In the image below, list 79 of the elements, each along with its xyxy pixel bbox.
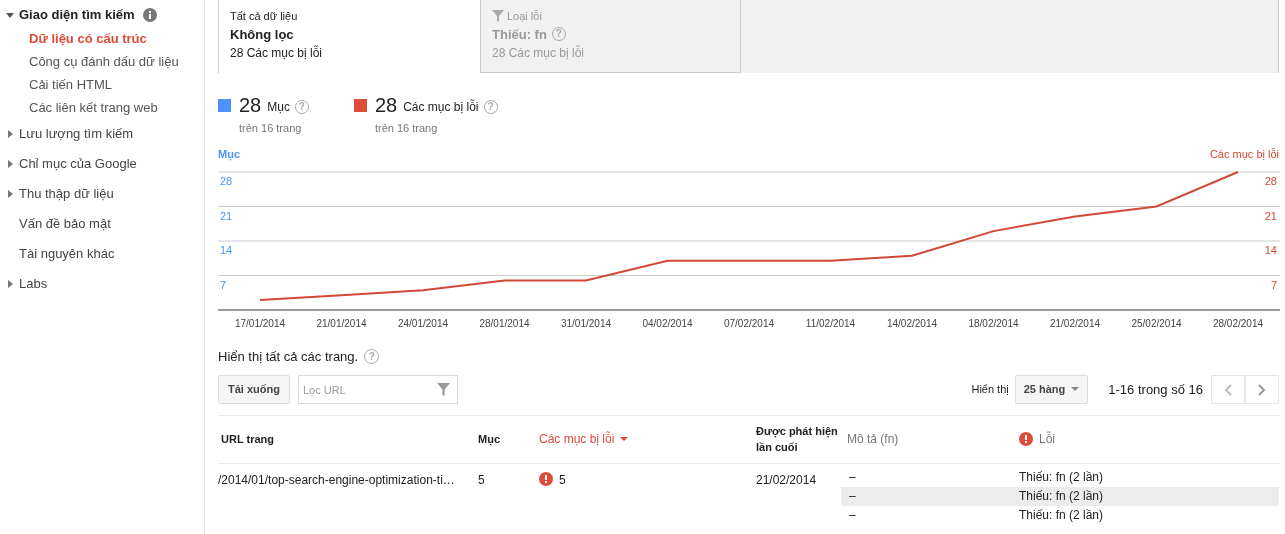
tab-title: Không lọc xyxy=(230,25,294,44)
info-icon[interactable] xyxy=(142,8,157,22)
nav-item[interactable]: Chỉ mục của Google xyxy=(19,154,137,174)
axis-tick-label: 14 xyxy=(1264,244,1277,256)
chevron-left-icon xyxy=(1224,383,1232,396)
tab-caption: Tất cả dữ liệu xyxy=(230,9,298,24)
nav-subitem[interactable]: Công cụ đánh dấu dữ liệu xyxy=(0,50,204,73)
table-cell-text: – xyxy=(848,488,857,505)
axis-tick-label: 25/02/2014 xyxy=(1131,318,1182,329)
nav-item[interactable]: Labs xyxy=(19,274,48,294)
nav-subitem[interactable]: Cải tiến HTML xyxy=(0,73,204,96)
tab-count: 28 Các mục bị lỗi xyxy=(492,44,586,62)
column-header: Lỗi xyxy=(1019,430,1279,448)
legend-value: 28 xyxy=(239,93,262,118)
column-header[interactable]: Được phát hiện lần cuối xyxy=(756,422,841,456)
sort-arrow-icon xyxy=(620,436,629,442)
nav-subitem[interactable]: Dữ liệu có cấu trúc xyxy=(0,27,204,50)
url-cell[interactable]: /2014/01/top-search-engine-optimization-ti… xyxy=(218,463,478,525)
rows-label: Hiển thị xyxy=(971,382,1009,398)
nav-item[interactable]: Giao diện tìm kiếm xyxy=(19,5,135,25)
filter-tab[interactable]: Tất cả dữ liệu Không lọc 28 Các mục bị lỗi xyxy=(218,0,480,73)
error-icon xyxy=(1019,432,1033,446)
column-header[interactable]: Mục xyxy=(478,430,539,448)
axis-title: Các mục bị lỗi xyxy=(1209,148,1279,160)
axis-tick-label: 14 xyxy=(220,244,233,256)
next-page-button[interactable] xyxy=(1245,375,1279,404)
nav-item[interactable]: Lưu lượng tìm kiếm xyxy=(19,124,134,144)
axis-tick-label: 21/02/2014 xyxy=(1049,318,1101,329)
caret-down-icon xyxy=(1071,387,1080,392)
nav-subitem[interactable]: Các liên kết trang web xyxy=(0,96,204,119)
table-cell-text: Thiếu: fn (2 lần) xyxy=(1019,507,1105,524)
table-cell-text: Thiếu: fn (2 lần) xyxy=(1019,488,1105,505)
axis-tick-label: 21/01/2014 xyxy=(316,318,367,329)
axis-tick-label: 7 xyxy=(220,278,227,291)
legend-value: 28 xyxy=(374,93,398,118)
axis-tick-label: 04/02/2014 xyxy=(642,318,693,329)
download-button[interactable]: Tải xuống xyxy=(218,375,290,404)
legend-subtitle: trên 16 trang xyxy=(239,121,303,136)
axis-tick-label: 21 xyxy=(220,209,233,222)
legend-label: Các mục bị lỗi xyxy=(403,98,479,116)
column-header[interactable]: URL trang xyxy=(218,430,478,448)
axis-title: Mục xyxy=(218,148,240,160)
axis-tick-label: 28 xyxy=(1264,175,1277,187)
rows-dropdown[interactable]: 25 hàng xyxy=(1014,375,1089,404)
legend-subtitle: trên 16 trang xyxy=(374,121,439,136)
table-title: Hiển thị tất cả các trang. xyxy=(218,348,359,366)
legend-label: Mục xyxy=(267,99,290,116)
axis-tick-label: 07/02/2014 xyxy=(723,318,775,329)
axis-tick-label: 18/02/2014 xyxy=(968,318,1019,329)
table-cell-text: – xyxy=(848,469,857,486)
axis-tick-label: 7 xyxy=(1270,278,1277,291)
axis-tick-label: 11/02/2014 xyxy=(805,318,856,329)
axis-tick-label: 28/02/2014 xyxy=(1212,318,1264,329)
axis-tick-label: 21 xyxy=(1264,209,1277,222)
chevron-right-icon xyxy=(1258,383,1266,396)
previous-page-button[interactable] xyxy=(1211,375,1245,404)
tab-count: 28 Các mục bị lỗi xyxy=(230,44,324,62)
nav-item[interactable]: Tài nguyên khác xyxy=(19,244,115,264)
axis-tick-label: 28 xyxy=(220,175,233,187)
column-header[interactable]: Các mục bị lỗi xyxy=(539,430,756,448)
axis-tick-label: 24/01/2014 xyxy=(397,318,449,329)
table-cell-text: 21/02/2014 xyxy=(756,471,818,489)
page-range: 1-16 trong số 16 xyxy=(1108,380,1203,399)
table-cell-text: 5 xyxy=(559,471,566,489)
table-cell-text: 5 xyxy=(478,471,486,489)
axis-tick-label: 14/02/2014 xyxy=(886,318,938,329)
column-header: Mô tả (fn) xyxy=(846,431,900,448)
axis-tick-label: 31/01/2014 xyxy=(560,318,612,329)
axis-tick-label: 28/01/2014 xyxy=(479,318,530,329)
nav-item[interactable]: Thu thập dữ liệu xyxy=(19,184,114,204)
tab-title: Thiếu: fn xyxy=(492,25,547,44)
nav-item[interactable]: Vấn đề bảo mật xyxy=(19,214,111,234)
url-filter-field[interactable]: Lọc URL xyxy=(297,375,458,404)
tab-caption: Loại lỗi xyxy=(507,9,542,24)
filter-icon xyxy=(436,383,450,396)
table-cell-text: – xyxy=(848,507,857,524)
table-cell-text: Thiếu: fn (2 lần) xyxy=(1019,469,1105,486)
error-icon xyxy=(539,471,553,486)
axis-tick-label: 17/01/2014 xyxy=(234,318,286,329)
